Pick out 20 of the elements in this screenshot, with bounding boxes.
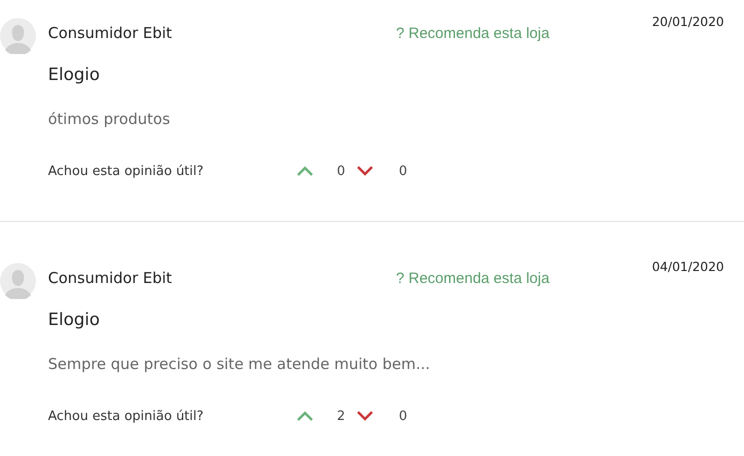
author-name: Consumidor Ebit [48, 269, 173, 287]
helpful-question: Achou esta opinião útil? [48, 408, 205, 424]
recommendation-label: ? Recomenda esta loja [396, 24, 550, 42]
downvote-count: 0 [398, 164, 408, 178]
review-title: Elogio [48, 64, 101, 87]
upvote-count: 0 [336, 164, 346, 178]
review-text: Sempre que preciso o site me atende muito bem... [48, 354, 432, 374]
chevron-down-icon[interactable] [356, 165, 374, 177]
review-text: ótimos produtos [48, 109, 172, 129]
avatar-icon [0, 263, 36, 299]
downvote-count: 0 [398, 408, 408, 424]
avatar-icon [0, 18, 36, 54]
recommendation-label: ? Recomenda esta loja [396, 270, 550, 286]
upvote-count: 2 [336, 408, 346, 424]
review-date: 20/01/2020 [652, 14, 724, 29]
review-date: 04/01/2020 [652, 259, 724, 274]
review-title: Elogio [48, 309, 101, 332]
chevron-down-icon[interactable] [356, 410, 374, 422]
author-name: Consumidor Ebit [48, 24, 173, 42]
helpful-question: Achou esta opinião útil? [48, 164, 205, 178]
